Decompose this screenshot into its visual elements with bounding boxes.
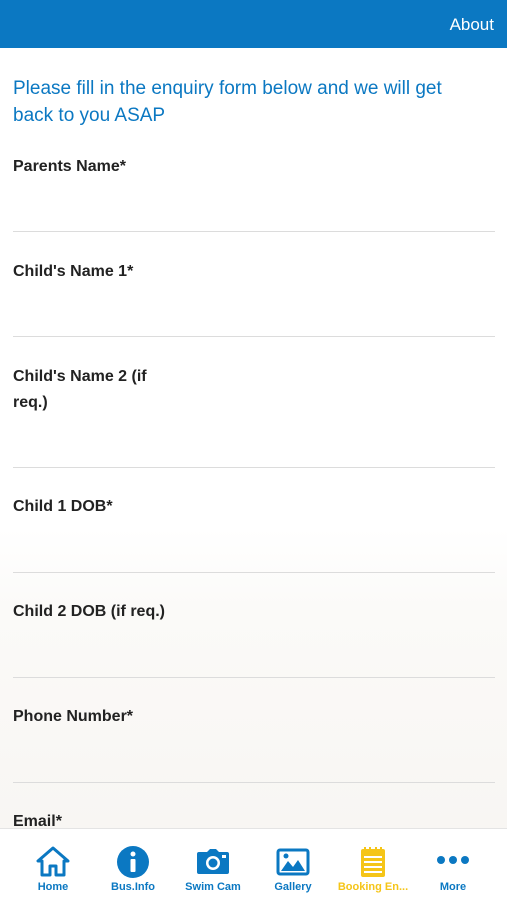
tab-booking-enquiry[interactable]: Booking En... [331, 829, 415, 901]
form-intro-text: Please fill in the enquiry form below an… [13, 78, 442, 126]
home-icon [36, 846, 70, 877]
app-header: About [0, 0, 507, 48]
child-2-dob-input[interactable] [13, 677, 495, 678]
tab-label: Swim Cam [185, 881, 241, 893]
child-1-dob-field[interactable]: Child 1 DOB* [13, 494, 495, 573]
tab-label: Booking En... [337, 881, 409, 893]
about-link[interactable]: About [450, 15, 494, 35]
parents-name-field[interactable]: Parents Name* [13, 154, 495, 232]
tab-bus-info[interactable]: Bus.Info [91, 829, 175, 901]
tab-label: Bus.Info [111, 881, 155, 893]
email-field[interactable]: Email* [13, 809, 495, 828]
gallery-icon [276, 848, 310, 876]
tab-gallery[interactable]: Gallery [251, 829, 335, 901]
camera-icon [197, 849, 229, 874]
tab-more[interactable]: More [411, 829, 495, 901]
field-label: Child's Name 2 (if req.) [13, 368, 147, 411]
more-icon [437, 856, 469, 864]
field-label: Child 2 DOB (if req.) [13, 603, 165, 620]
tab-swim-cam[interactable]: Swim Cam [171, 829, 255, 901]
child-2-dob-field[interactable]: Child 2 DOB (if req.) [13, 599, 495, 678]
info-icon [117, 846, 149, 878]
tab-label: Home [37, 881, 69, 893]
parents-name-input[interactable] [13, 231, 495, 232]
notepad-icon [361, 847, 385, 877]
field-label: Email* [13, 813, 62, 828]
child-1-dob-input[interactable] [13, 572, 495, 573]
tab-home[interactable]: Home [11, 829, 95, 901]
field-label: Parents Name* [13, 158, 126, 175]
child-name-1-field[interactable]: Child's Name 1* [13, 259, 495, 337]
phone-number-input[interactable] [13, 782, 495, 783]
field-label: Child's Name 1* [13, 263, 134, 280]
tab-label: More [439, 881, 467, 893]
child-name-2-field[interactable]: Child's Name 2 (if req.) [13, 364, 495, 468]
tab-label: Gallery [274, 881, 312, 893]
bottom-tab-bar: Home Bus.Info Swim Cam Gallery Booking E… [0, 828, 507, 901]
phone-number-field[interactable]: Phone Number* [13, 704, 495, 783]
child-name-2-input[interactable] [13, 467, 495, 468]
field-label: Phone Number* [13, 708, 134, 725]
enquiry-form: Please fill in the enquiry form below an… [0, 48, 507, 828]
field-label: Child 1 DOB* [13, 498, 113, 515]
child-name-1-input[interactable] [13, 336, 495, 337]
